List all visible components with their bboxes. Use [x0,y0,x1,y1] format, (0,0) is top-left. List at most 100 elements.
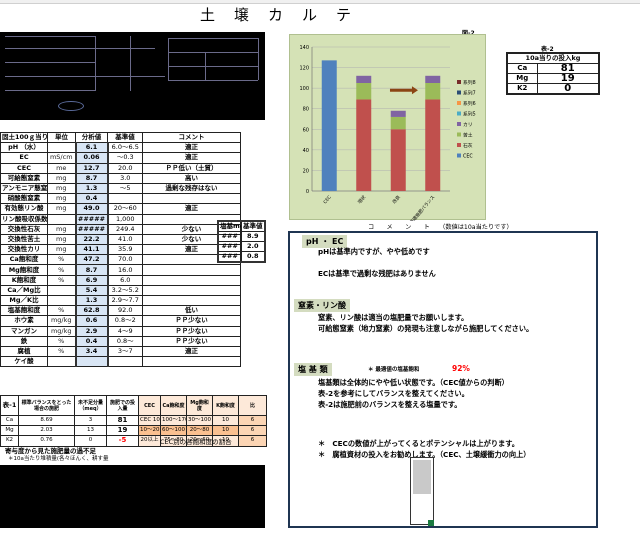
soil-row: 交換性苦土 mg 22.2 41.0 少ない [0,233,241,246]
soil-item-comment [142,193,241,205]
resize-handle[interactable] [428,520,434,526]
stacked-bar-chart: 0 20 40 60 80 100 120 140 CEC 現状 改良 最適施肥バランス 系列8 系列7 系… [299,45,476,226]
input-kg-table: 10a当りの投入kg Ca 81 Mg 19 K2 0 [506,52,601,96]
balance-header-cell: Ca飽和度 [160,395,187,416]
soil-item-unit: % [47,254,76,266]
soil-row: 可給態窒素 mg 8.7 3.0 高い [0,172,241,184]
soil-item-value[interactable]: ##### [74,223,109,235]
comment-header: コ メ ン ト （数値は10a当たりです） [368,224,513,231]
soil-item-standard: 20～60 [107,203,143,215]
base-heading: 塩 基 類 [294,363,332,376]
soil-item-comment [142,264,241,276]
scrollbar-thumb[interactable] [413,460,431,494]
soil-item-value[interactable] [74,356,109,368]
soil-item-standard: 92.0 [107,305,143,317]
soil-item-value[interactable]: 22.2 [74,233,109,246]
soil-item-value[interactable]: 6.1 [74,142,109,154]
soil-item-value[interactable]: 6.9 [74,274,109,286]
soil-item-name: Ca飽和度 [0,254,48,266]
soil-item-name: Mg／K比 [0,294,48,307]
soil-item-comment: 過剰な残存はない [142,182,241,195]
soil-item-unit [47,142,76,154]
soil-row: pH （水） 6.1 6.0～6.5 適正 [0,142,241,154]
chart-legend-swatch [457,143,461,147]
soil-item-unit: mg/kg [47,325,76,337]
balance-cell: 10 [212,425,239,437]
soil-item-comment [142,356,241,368]
chart-legend-swatch [457,90,461,95]
soil-item-name: Ca／Mg比 [0,284,48,297]
soil-row: アンモニア態窒 mg 1.3 ～5 過剰な残存はない [0,182,241,195]
soil-item-unit: % [47,274,76,286]
chart-legend-label: 石灰 [463,142,473,149]
soil-item-standard: 16.0 [107,264,143,276]
soil-item-standard: ～0.3 [107,152,143,164]
soil-item-value[interactable]: 1.3 [74,182,109,195]
base-me-cell: ### [217,230,242,243]
soil-item-value[interactable]: 0.4 [74,193,109,205]
chart-y-tick: 0 [306,189,309,195]
soil-item-unit: mg/kg [47,315,76,327]
chart-x-tick: 現状 [356,193,367,205]
soil-item-value[interactable]: 2.9 [74,325,109,337]
balance-header-cell: CEC [138,395,161,416]
soil-item-value[interactable]: 41.1 [74,244,109,256]
soil-item-name: マンガン [0,325,48,337]
base-percent: 92% [452,364,470,373]
soil-row: ホウ素 mg/kg 0.6 0.8～2 ＰＰ少ない [0,315,241,327]
soil-item-standard: 3～7 [107,345,143,358]
input-element-name: Ca [506,62,538,75]
soil-header-cell: コメント [142,131,241,144]
soil-item-standard: 0.8～2 [107,315,143,327]
soil-item-value[interactable]: 8.7 [74,264,109,276]
chart-legend-swatch [457,153,461,158]
soil-item-value[interactable]: 1.3 [74,294,109,307]
soil-item-standard: 41.0 [107,233,143,246]
soil-item-standard [107,356,143,368]
soil-item-value[interactable]: ##### [74,213,109,225]
chart-legend-swatch [457,111,461,116]
balance-cell: 2.03 [18,425,75,437]
base-me-cell: ### [217,251,242,263]
nitrogen-heading: 窒素・リン酸 [294,299,350,312]
soil-item-unit: % [47,335,76,347]
soil-row: マンガン mg/kg 2.9 4～9 ＰＰ少ない [0,325,241,337]
chart-legend-label: 系列5 [463,111,476,118]
soil-item-unit: mg [47,182,76,195]
soil-item-standard: 6.0 [107,274,143,286]
chart-x-tick: 改良 [391,193,402,205]
soil-item-value[interactable]: 62.8 [74,305,109,317]
soil-item-value[interactable]: 3.4 [74,345,109,358]
balance-footnote-2: ＊10a当たり堆積量(各々ほんく、耕す量 [8,456,109,462]
soil-row: 腐植% 3.4 3～7 適正 [0,345,241,358]
soil-analysis-table: 固土100ｇ当り 単位 分析値 基準値 コメント pH （水） 6.1 6.0～6.5 適正 EC… [0,131,241,368]
soil-item-value[interactable]: 47.2 [74,254,109,266]
soil-header-cell: 単位 [47,131,76,144]
soil-item-name: 鉄 [0,335,48,347]
soil-row: Ca／Mg比 5.4 3.2～5.2 [0,284,241,297]
chart-x-tick: CEC [322,194,332,205]
soil-row: 塩基飽和度% 62.8 92.0 低い [0,305,241,317]
chart-bar-segment [425,99,441,191]
base-me-header: 塩基me [217,220,242,232]
balance-header-cell: 施肥での投入量 [106,395,139,416]
balance-cell: 6 [237,425,268,437]
scrollbar-track[interactable] [410,457,434,525]
soil-item-value[interactable]: 0.4 [74,335,109,347]
soil-row: ケイ酸 [0,356,241,368]
soil-item-value[interactable]: 0.06 [74,152,109,164]
soil-item-value[interactable]: 49.0 [74,203,109,215]
soil-item-name: K飽和度 [0,274,48,286]
chart-bar-segment [425,75,441,83]
soil-header-cell: 固土100ｇ当り [0,131,48,144]
soil-item-value[interactable]: 5.4 [74,284,109,297]
soil-row: 交換性石灰 mg ##### 249.4 少ない [0,223,241,235]
soil-item-value[interactable]: 8.7 [74,172,109,184]
soil-item-value[interactable]: 12.7 [74,162,109,174]
chart-y-tick: 100 [299,86,309,92]
soil-item-unit: % [47,264,76,276]
soil-item-comment: 適正 [142,203,241,215]
base-me-header: 基準値 [240,220,266,232]
soil-item-value[interactable]: 0.6 [74,315,109,327]
soil-row: K飽和度% 6.9 6.0 [0,274,241,286]
